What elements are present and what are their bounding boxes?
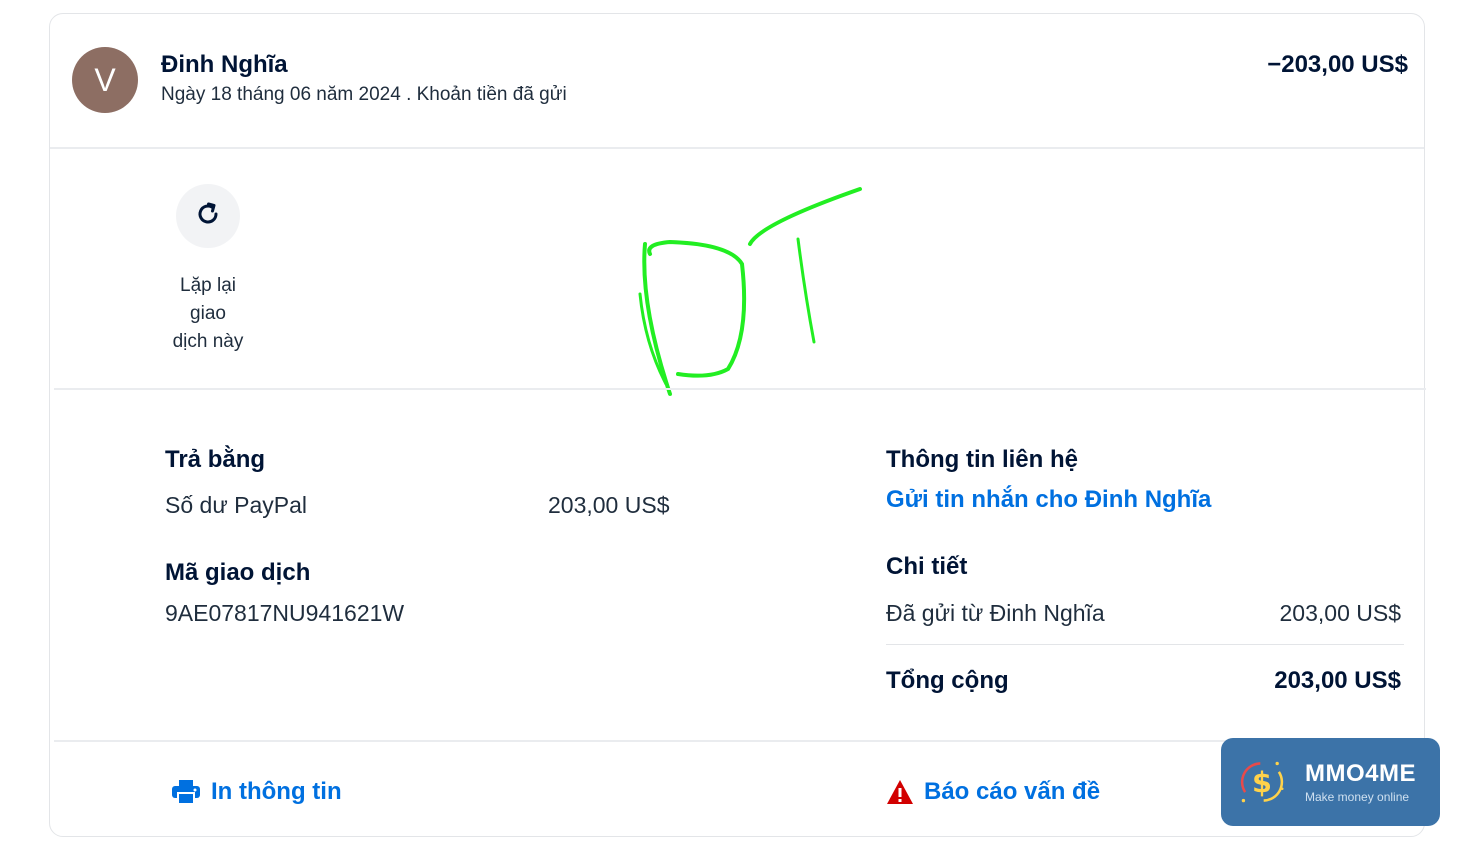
payment-amount: 203,00 US$	[548, 492, 670, 518]
total-label: Tổng cộng	[886, 667, 1009, 694]
watermark-subtitle: Make money online	[1305, 790, 1410, 804]
watermark-text: MMO4ME Make money online	[1305, 760, 1416, 804]
refresh-icon	[193, 199, 223, 234]
repeat-label-line: Lặp lại	[180, 275, 236, 296]
total-divider	[886, 644, 1404, 645]
transaction-card: V Đinh Nghĩa Ngày 18 tháng 06 năm 2024 .…	[49, 13, 1426, 837]
paid-with-title: Trả bằng	[165, 446, 266, 473]
report-problem-button[interactable]: Báo cáo vấn đề	[886, 778, 1100, 806]
sent-from-label: Đã gửi từ Đinh Nghĩa	[886, 600, 1105, 626]
contact-title: Thông tin liên hệ	[886, 446, 1078, 473]
print-label: In thông tin	[211, 778, 342, 805]
footer-divider	[54, 740, 1426, 742]
sent-from-amount: 203,00 US$	[1279, 600, 1401, 626]
avatar: V	[72, 47, 138, 113]
report-problem-label: Báo cáo vấn đề	[924, 778, 1101, 805]
warning-icon	[886, 779, 914, 805]
transaction-subtitle: Ngày 18 tháng 06 năm 2024 . Khoản tiền đ…	[161, 84, 567, 105]
print-button[interactable]: In thông tin	[171, 778, 342, 806]
svg-text:$: $	[1252, 765, 1272, 799]
dollar-coin-icon: $	[1235, 755, 1289, 809]
watermark-logo: $ MMO4ME Make money online	[1221, 738, 1440, 826]
header-divider	[50, 147, 1424, 149]
payment-method: Số dư PayPal	[165, 492, 307, 518]
watermark-title: MMO4ME	[1305, 760, 1416, 787]
handwritten-scribble	[638, 187, 862, 396]
transaction-id: 9AE07817NU941621W	[165, 600, 405, 626]
total-amount: 203,00 US$	[1274, 667, 1401, 694]
repeat-label-line: dịch này	[172, 331, 244, 352]
send-message-link[interactable]: Gửi tin nhắn cho Đinh Nghĩa	[886, 486, 1211, 514]
transaction-id-title: Mã giao dịch	[165, 559, 311, 586]
repeat-transaction[interactable]: Lặp lại giao dịch này	[158, 184, 258, 356]
printer-icon	[171, 779, 201, 805]
repeat-transaction-label: Lặp lại giao dịch này	[158, 272, 258, 356]
recipient-name: Đinh Nghĩa	[161, 51, 288, 78]
transaction-header: V Đinh Nghĩa Ngày 18 tháng 06 năm 2024 .…	[50, 14, 1424, 148]
section-divider	[54, 388, 1426, 390]
repeat-transaction-button[interactable]	[176, 184, 240, 248]
repeat-label-line: giao	[190, 303, 226, 324]
transaction-amount: −203,00 US$	[1267, 51, 1408, 78]
details-title: Chi tiết	[886, 553, 968, 580]
